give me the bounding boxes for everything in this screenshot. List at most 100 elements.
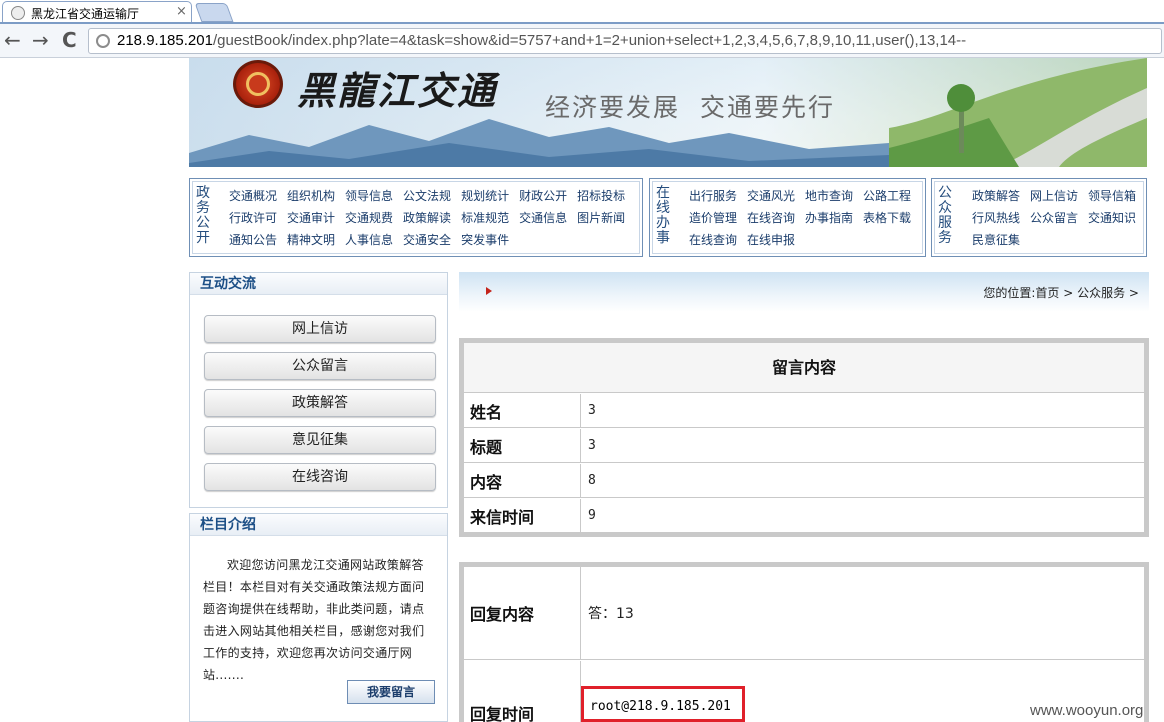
navigation-bar: ← → C 218.9.185.201/guestBook/index.php?… <box>0 24 1164 58</box>
online-consult-button[interactable]: 在线咨询 <box>204 463 436 491</box>
row-value: 8 <box>588 473 596 488</box>
table-row: 标题 3 <box>464 429 1144 463</box>
menu-gov-affairs: 政务公开 交通概况 组织机构 领导信息 公文法规 规划统计 财政公开 招标投标 … <box>189 178 643 257</box>
menu-item[interactable]: 出行服务 <box>689 188 737 204</box>
row-label: 内容 <box>464 464 581 497</box>
menu-category: 在线办事 <box>656 185 670 246</box>
url-text: 218.9.185.201/guestBook/index.php?late=4… <box>117 32 966 49</box>
intro-panel: 栏目介绍 欢迎您访问黑龙江交通网站政策解答栏目！本栏目对有关交通政策法规方面问题… <box>189 513 448 722</box>
page-info-icon[interactable] <box>96 34 110 48</box>
menu-public-services: 公众服务 政策解答 网上信访 领导信箱 行风热线 公众留言 交通知识 民意征集 <box>931 178 1147 257</box>
menu-items: 出行服务 交通风光 地市查询 公路工程 造价管理 在线咨询 办事指南 表格下载 … <box>689 188 911 248</box>
menu-item[interactable]: 政策解答 <box>972 188 1020 204</box>
table-row: 回复内容 答：13 <box>464 567 1144 660</box>
menu-category: 政务公开 <box>196 185 210 246</box>
site-name: 黑龍江交通 <box>297 68 498 113</box>
breadcrumb[interactable]: 您的位置:首页 > 公众服务 > <box>983 284 1139 301</box>
close-icon[interactable]: × <box>176 4 187 19</box>
panel-title: 栏目介绍 <box>190 514 447 536</box>
browser-tab[interactable]: 黑龙江省交通运输厅 × <box>2 1 192 24</box>
menu-item[interactable]: 图片新闻 <box>577 210 625 226</box>
menu-items: 交通概况 组织机构 领导信息 公文法规 规划统计 财政公开 招标投标 行政许可 … <box>229 188 625 248</box>
petition-button[interactable]: 网上信访 <box>204 315 436 343</box>
menu-online-services: 在线办事 出行服务 交通风光 地市查询 公路工程 造价管理 在线咨询 办事指南 … <box>649 178 926 257</box>
back-button[interactable]: ← <box>4 28 21 52</box>
reply-content: 答：13 <box>588 606 634 622</box>
menu-item[interactable]: 民意征集 <box>972 232 1020 248</box>
interaction-panel: 互动交流 网上信访 公众留言 政策解答 意见征集 在线咨询 <box>189 272 448 508</box>
site-logo-icon[interactable] <box>233 60 283 108</box>
menu-items: 政策解答 网上信访 领导信箱 行风热线 公众留言 交通知识 民意征集 <box>972 188 1136 248</box>
menu-item[interactable]: 行政许可 <box>229 210 277 226</box>
menu-item[interactable]: 行风热线 <box>972 210 1020 226</box>
menu-item[interactable]: 领导信息 <box>345 188 393 204</box>
menu-item[interactable]: 网上信访 <box>1030 188 1078 204</box>
site-banner: 黑龍江交通 经济要发展 交通要先行 <box>189 58 1147 167</box>
row-value: 3 <box>588 403 596 418</box>
table-row: 姓名 3 <box>464 394 1144 428</box>
row-label: 来信时间 <box>464 499 581 532</box>
opinion-collection-button[interactable]: 意见征集 <box>204 426 436 454</box>
menu-item[interactable]: 财政公开 <box>519 188 567 204</box>
row-value: 3 <box>588 438 596 453</box>
tab-title: 黑龙江省交通运输厅 <box>31 7 140 21</box>
policy-answer-button[interactable]: 政策解答 <box>204 389 436 417</box>
menu-item[interactable]: 交通规费 <box>345 210 393 226</box>
menu-item[interactable]: 在线咨询 <box>747 210 795 226</box>
table-row: 内容 8 <box>464 464 1144 498</box>
intro-text: 欢迎您访问黑龙江交通网站政策解答栏目！本栏目对有关交通政策法规方面问题咨询提供在… <box>203 558 425 682</box>
menu-item[interactable]: 表格下载 <box>863 210 911 226</box>
globe-icon <box>11 6 25 20</box>
row-label: 标题 <box>464 429 581 462</box>
menu-item[interactable]: 领导信箱 <box>1088 188 1136 204</box>
banner-slogan: 经济要发展 交通要先行 <box>545 93 835 122</box>
menu-item[interactable]: 标准规范 <box>461 210 509 226</box>
message-table: 留言内容 姓名 3 标题 3 内容 8 来信时间 9 <box>459 338 1149 537</box>
url-host: 218.9.185.201 <box>117 32 213 49</box>
menu-item[interactable]: 在线申报 <box>747 232 795 248</box>
row-value: 9 <box>588 508 596 523</box>
row-label: 姓名 <box>464 394 581 427</box>
breadcrumb-bar: 您的位置:首页 > 公众服务 > <box>459 272 1149 312</box>
new-tab-button[interactable] <box>194 3 234 22</box>
watermark: www.wooyun.org <box>1030 702 1144 719</box>
menu-item[interactable]: 造价管理 <box>689 210 737 226</box>
tab-strip: 黑龙江省交通运输厅 × <box>0 0 1164 24</box>
menu-item[interactable]: 交通风光 <box>747 188 795 204</box>
menu-item[interactable]: 招标投标 <box>577 188 625 204</box>
menu-item[interactable]: 公路工程 <box>863 188 911 204</box>
menu-item[interactable]: 交通概况 <box>229 188 277 204</box>
public-message-button[interactable]: 公众留言 <box>204 352 436 380</box>
row-label: 回复时间 <box>464 661 581 722</box>
menu-item[interactable]: 突发事件 <box>461 232 509 248</box>
menu-item[interactable]: 交通信息 <box>519 210 567 226</box>
menu-item[interactable]: 交通知识 <box>1088 210 1136 226</box>
highlight-box: root@218.9.185.201 <box>581 686 745 722</box>
message-table-title: 留言内容 <box>464 343 1144 393</box>
menu-item[interactable]: 公众留言 <box>1030 210 1078 226</box>
forward-button[interactable]: → <box>32 28 49 52</box>
menu-item[interactable]: 办事指南 <box>805 210 853 226</box>
menu-item[interactable]: 地市查询 <box>805 188 853 204</box>
menu-item[interactable]: 规划统计 <box>461 188 509 204</box>
menu-category: 公众服务 <box>938 185 952 246</box>
row-label: 回复内容 <box>464 567 581 659</box>
menu-item[interactable]: 通知公告 <box>229 232 277 248</box>
arrow-icon <box>486 287 492 295</box>
menu-item[interactable]: 政策解读 <box>403 210 451 226</box>
reload-button[interactable]: C <box>62 28 77 52</box>
menu-item[interactable]: 交通安全 <box>403 232 451 248</box>
menu-item[interactable]: 组织机构 <box>287 188 335 204</box>
menu-item[interactable]: 精神文明 <box>287 232 335 248</box>
menu-item[interactable]: 交通审计 <box>287 210 335 226</box>
table-row: 来信时间 9 <box>464 499 1144 532</box>
url-path: /guestBook/index.php?late=4&task=show&id… <box>212 32 967 49</box>
leave-message-button[interactable]: 我要留言 <box>347 680 435 704</box>
address-bar[interactable]: 218.9.185.201/guestBook/index.php?late=4… <box>88 28 1162 54</box>
panel-title: 互动交流 <box>190 273 447 295</box>
menu-item[interactable]: 在线查询 <box>689 232 737 248</box>
menu-item[interactable]: 公文法规 <box>403 188 451 204</box>
menu-item[interactable]: 人事信息 <box>345 232 393 248</box>
reply-table: 回复内容 答：13 回复时间 <box>459 562 1149 722</box>
reply-time-value: root@218.9.185.201 <box>590 699 731 714</box>
